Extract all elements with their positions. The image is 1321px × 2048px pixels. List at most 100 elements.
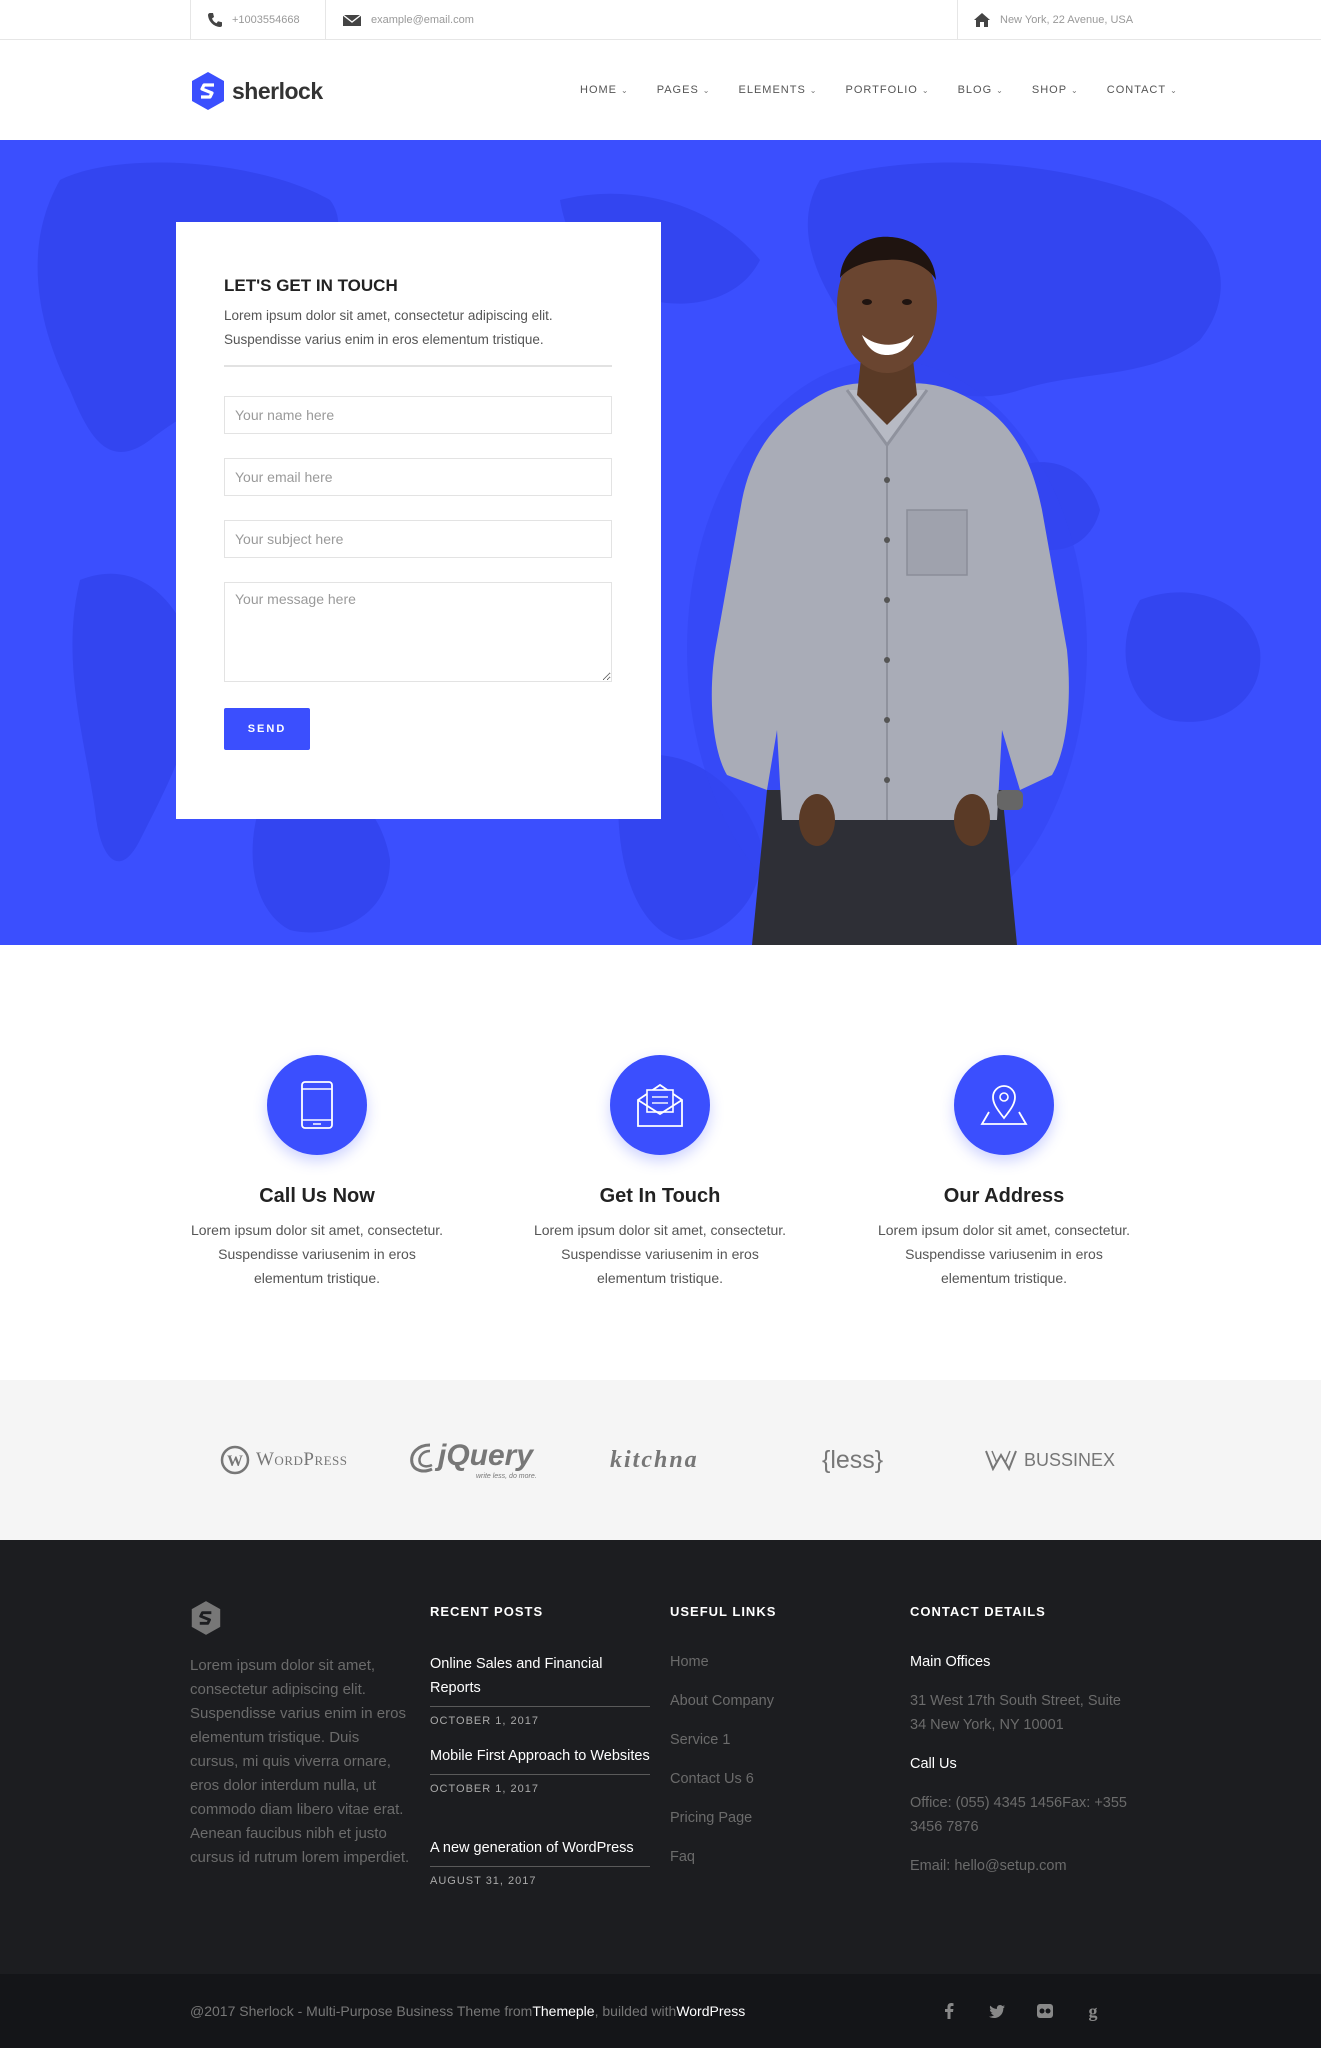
google-plus-icon[interactable]: g: [1084, 2001, 1102, 2021]
hero-section: LET'S GET IN TOUCH Lorem ipsum dolor sit…: [0, 140, 1321, 945]
phone-numbers: Office: (055) 4345 1456Fax: +355 3456 78…: [910, 1795, 1127, 1835]
nav-label: HOME: [580, 84, 617, 96]
nav-portfolio[interactable]: PORTFOLIO ⌄: [846, 84, 930, 96]
feature-call: Call Us Now Lorem ipsum dolor sit amet, …: [172, 1055, 462, 1290]
nav-label: CONTACT: [1106, 84, 1167, 96]
post-date: AUGUST 31, 2017: [430, 1875, 537, 1887]
post-title: Mobile First Approach to Websites: [430, 1744, 650, 1775]
footer-link-pricing[interactable]: Pricing Page: [670, 1810, 752, 1826]
topbar-divider: [957, 0, 958, 40]
bottom-bar: @2017 Sherlock - Multi-Purpose Business …: [0, 1974, 1321, 2048]
chevron-down-icon: ⌄: [702, 85, 711, 95]
themeple-link[interactable]: Themeple: [532, 2003, 594, 2019]
feature-text: Lorem ipsum dolor sit amet, consectetur.…: [877, 1222, 1131, 1286]
nav-label: PAGES: [656, 84, 699, 96]
client-kitchna[interactable]: kitchna: [610, 1380, 699, 1540]
feature-title: Call Us Now: [259, 1185, 375, 1207]
feature-touch-icon-circle: [610, 1055, 710, 1155]
nav-pages[interactable]: PAGES ⌄: [657, 84, 711, 96]
twitter-icon[interactable]: [988, 2002, 1006, 2020]
feature-touch: Get In Touch Lorem ipsum dolor sit amet,…: [515, 1055, 805, 1290]
topbar-address-text: New York, 22 Avenue, USA: [1000, 14, 1134, 26]
nav-label: BLOG: [957, 84, 993, 96]
feature-title: Get In Touch: [599, 1185, 721, 1207]
contact-details-title: CONTACT DETAILS: [910, 1604, 1046, 1619]
form-title: LET'S GET IN TOUCH: [224, 276, 398, 295]
feature-address-icon-circle: [954, 1055, 1054, 1155]
name-input[interactable]: [224, 396, 612, 434]
post-date: OCTOBER 1, 2017: [430, 1783, 539, 1795]
topbar-divider: [325, 0, 326, 40]
copyright: @2017 Sherlock - Multi-Purpose Business …: [190, 1974, 745, 2048]
subject-input[interactable]: [224, 520, 612, 558]
nav-contact[interactable]: CONTACT ⌄: [1107, 84, 1178, 96]
call-us-label: Call Us: [910, 1756, 957, 1772]
tablet-icon: [301, 1081, 333, 1129]
email-input[interactable]: [224, 458, 612, 496]
chevron-down-icon: ⌄: [621, 85, 629, 95]
contact-email[interactable]: Email: hello@setup.com: [910, 1854, 1130, 1878]
recent-post[interactable]: Mobile First Approach to Websites OCTOBE…: [430, 1744, 650, 1795]
footer-link-contact[interactable]: Contact Us 6: [670, 1771, 754, 1787]
send-button[interactable]: SEND: [224, 708, 310, 750]
phone-icon: [208, 13, 222, 27]
footer-about-text: Lorem ipsum dolor sit amet, consectetur …: [190, 1657, 410, 1866]
topbar-phone-text: +1003554668: [232, 14, 300, 26]
nav-elements[interactable]: ELEMENTS ⌄: [739, 84, 818, 96]
footer-logo-icon[interactable]: [190, 1600, 222, 1636]
copyright-prefix: @2017 Sherlock - Multi-Purpose Business …: [190, 2003, 533, 2019]
nav-shop[interactable]: SHOP ⌄: [1032, 84, 1079, 96]
main-nav: HOME ⌄ PAGES ⌄ ELEMENTS ⌄ PORTFOLIO ⌄ BLOG ⌄ …: [580, 40, 1178, 140]
client-less[interactable]: {less}: [822, 1380, 883, 1540]
office-address: 31 West 17th South Street, Suite 34 New …: [910, 1693, 1121, 1733]
client-jquery[interactable]: jQuery write less, do more.: [408, 1380, 548, 1540]
chevron-down-icon: ⌄: [996, 85, 1004, 95]
message-textarea[interactable]: [224, 582, 612, 682]
bussinex-logo-text: BUSSINEX: [1024, 1449, 1116, 1470]
nav-label: SHOP: [1031, 84, 1068, 96]
facebook-icon[interactable]: [940, 2002, 958, 2020]
client-logos-section: W WordPress jQuery write less, do more. …: [0, 1380, 1321, 1540]
client-bussinex[interactable]: BUSSINEX: [984, 1380, 1115, 1540]
recent-post[interactable]: A new generation of WordPress AUGUST 31,…: [430, 1836, 650, 1887]
footer-link-about[interactable]: About Company: [670, 1693, 774, 1709]
svg-text:W: W: [227, 1453, 243, 1470]
footer-link-service[interactable]: Service 1: [670, 1732, 730, 1748]
feature-title: Our Address: [943, 1185, 1065, 1207]
site-header: sherlock HOME ⌄ PAGES ⌄ ELEMENTS ⌄ PORTFOLI…: [0, 40, 1321, 140]
recent-post[interactable]: Online Sales and Financial Reports OCTOB…: [430, 1652, 650, 1727]
footer-link-home[interactable]: Home: [670, 1654, 709, 1670]
form-description: Lorem ipsum dolor sit amet, consectetur …: [224, 308, 553, 347]
chevron-down-icon: ⌄: [1170, 85, 1178, 95]
bussinex-logo-icon: [985, 1450, 1017, 1471]
nav-home[interactable]: HOME ⌄: [580, 84, 629, 96]
useful-links-title: USEFUL LINKS: [670, 1604, 777, 1619]
kitchna-logo-text: kitchna: [610, 1446, 699, 1473]
envelope-icon: [342, 13, 362, 26]
topbar-divider: [190, 0, 191, 40]
feature-call-icon-circle: [267, 1055, 367, 1155]
nav-label: ELEMENTS: [738, 84, 806, 96]
jquery-swirl-icon: [410, 1443, 433, 1473]
recent-posts-title: RECENT POSTS: [430, 1604, 544, 1619]
topbar-email-text: example@email.com: [371, 14, 474, 26]
site-footer: Lorem ipsum dolor sit amet, consectetur …: [0, 1540, 1321, 1974]
footer-link-faq[interactable]: Faq: [670, 1849, 695, 1865]
nav-blog[interactable]: BLOG ⌄: [958, 84, 1004, 96]
wordpress-link[interactable]: WordPress: [676, 2003, 745, 2019]
logo[interactable]: sherlock: [190, 71, 323, 111]
form-divider: [224, 365, 612, 367]
less-logo-text: {less}: [822, 1445, 884, 1474]
jquery-logo-text: jQuery: [438, 1439, 534, 1472]
chevron-down-icon: ⌄: [921, 85, 930, 95]
topbar-phone[interactable]: +1003554668: [207, 0, 300, 40]
person-image: [687, 236, 1087, 945]
feature-text: Lorem ipsum dolor sit amet, consectetur.…: [190, 1222, 444, 1286]
mail-open-icon: [637, 1083, 683, 1127]
feature-text: Lorem ipsum dolor sit amet, consectetur.…: [533, 1222, 787, 1286]
flickr-icon[interactable]: [1036, 2002, 1054, 2020]
topbar-email[interactable]: example@email.com: [342, 0, 474, 40]
chevron-down-icon: ⌄: [809, 85, 818, 95]
social-links: g: [940, 1974, 1102, 2048]
client-wordpress[interactable]: W WordPress: [220, 1380, 348, 1540]
